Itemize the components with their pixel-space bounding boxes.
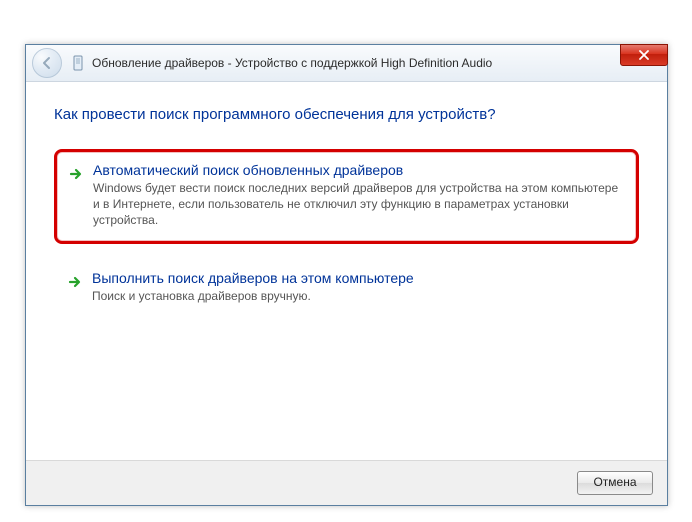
back-arrow-icon (40, 56, 54, 70)
close-icon (638, 50, 650, 60)
titlebar: Обновление драйверов - Устройство с подд… (26, 45, 667, 82)
arrow-right-icon (66, 270, 84, 304)
back-button[interactable] (32, 48, 62, 78)
cancel-button[interactable]: Отмена (577, 471, 653, 495)
arrow-right-icon (67, 162, 85, 229)
option-manual-desc: Поиск и установка драйверов вручную. (92, 288, 623, 304)
option-manual-search[interactable]: Выполнить поиск драйверов на этом компью… (54, 258, 639, 318)
device-icon (70, 55, 86, 71)
option-auto-title: Автоматический поиск обновленных драйвер… (93, 162, 622, 178)
option-manual-text: Выполнить поиск драйверов на этом компью… (92, 270, 623, 304)
page-heading: Как провести поиск программного обеспече… (54, 106, 639, 123)
option-manual-title: Выполнить поиск драйверов на этом компью… (92, 270, 623, 286)
close-button[interactable] (620, 44, 668, 66)
option-auto-text: Автоматический поиск обновленных драйвер… (93, 162, 622, 229)
update-driver-window: Обновление драйверов - Устройство с подд… (25, 44, 668, 506)
option-auto-desc: Windows будет вести поиск последних верс… (93, 180, 622, 229)
footer: Отмена (26, 460, 667, 505)
option-auto-search[interactable]: Автоматический поиск обновленных драйвер… (54, 149, 639, 244)
window-title: Обновление драйверов - Устройство с подд… (92, 56, 492, 70)
content-area: Как провести поиск программного обеспече… (26, 82, 667, 454)
